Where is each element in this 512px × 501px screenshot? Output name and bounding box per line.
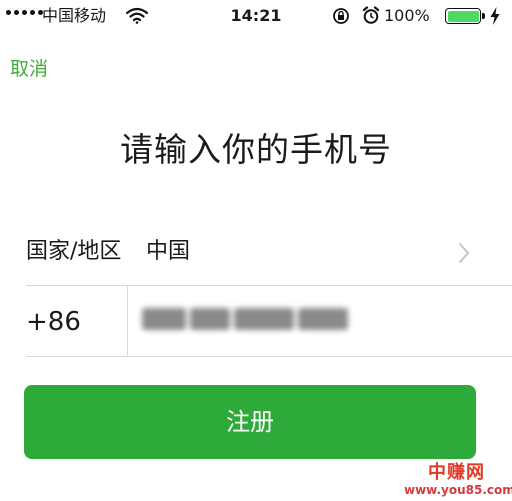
page-title: 请输入你的手机号 [120,130,392,169]
rotation-lock-icon [333,8,349,24]
battery-percentage: 100% [384,6,430,25]
battery-tip [482,13,485,19]
register-button[interactable]: 注册 [24,385,476,459]
battery-level-fill [447,10,479,22]
country-code[interactable]: +86 [26,305,81,339]
country-value: 中国 [146,239,191,264]
obscured-phone-number [142,308,348,330]
alarm-icon [362,6,380,24]
country-region-label: 国家/地区 [26,239,122,264]
clock: 14:21 [230,6,282,25]
phone-number-input[interactable] [128,286,512,356]
divider [26,356,512,357]
charging-bolt-icon [490,7,500,25]
chevron-right-icon [459,243,469,263]
battery-icon [445,8,481,24]
cancel-button[interactable]: 取消 [10,56,48,82]
status-bar: 中国移动 14:21 100% [0,0,512,34]
watermark-url: www.you85.com [404,483,512,497]
watermark-logo-text: 中赚网 [428,462,485,483]
country-region-selector[interactable]: 国家/地区 中国 [0,222,512,284]
